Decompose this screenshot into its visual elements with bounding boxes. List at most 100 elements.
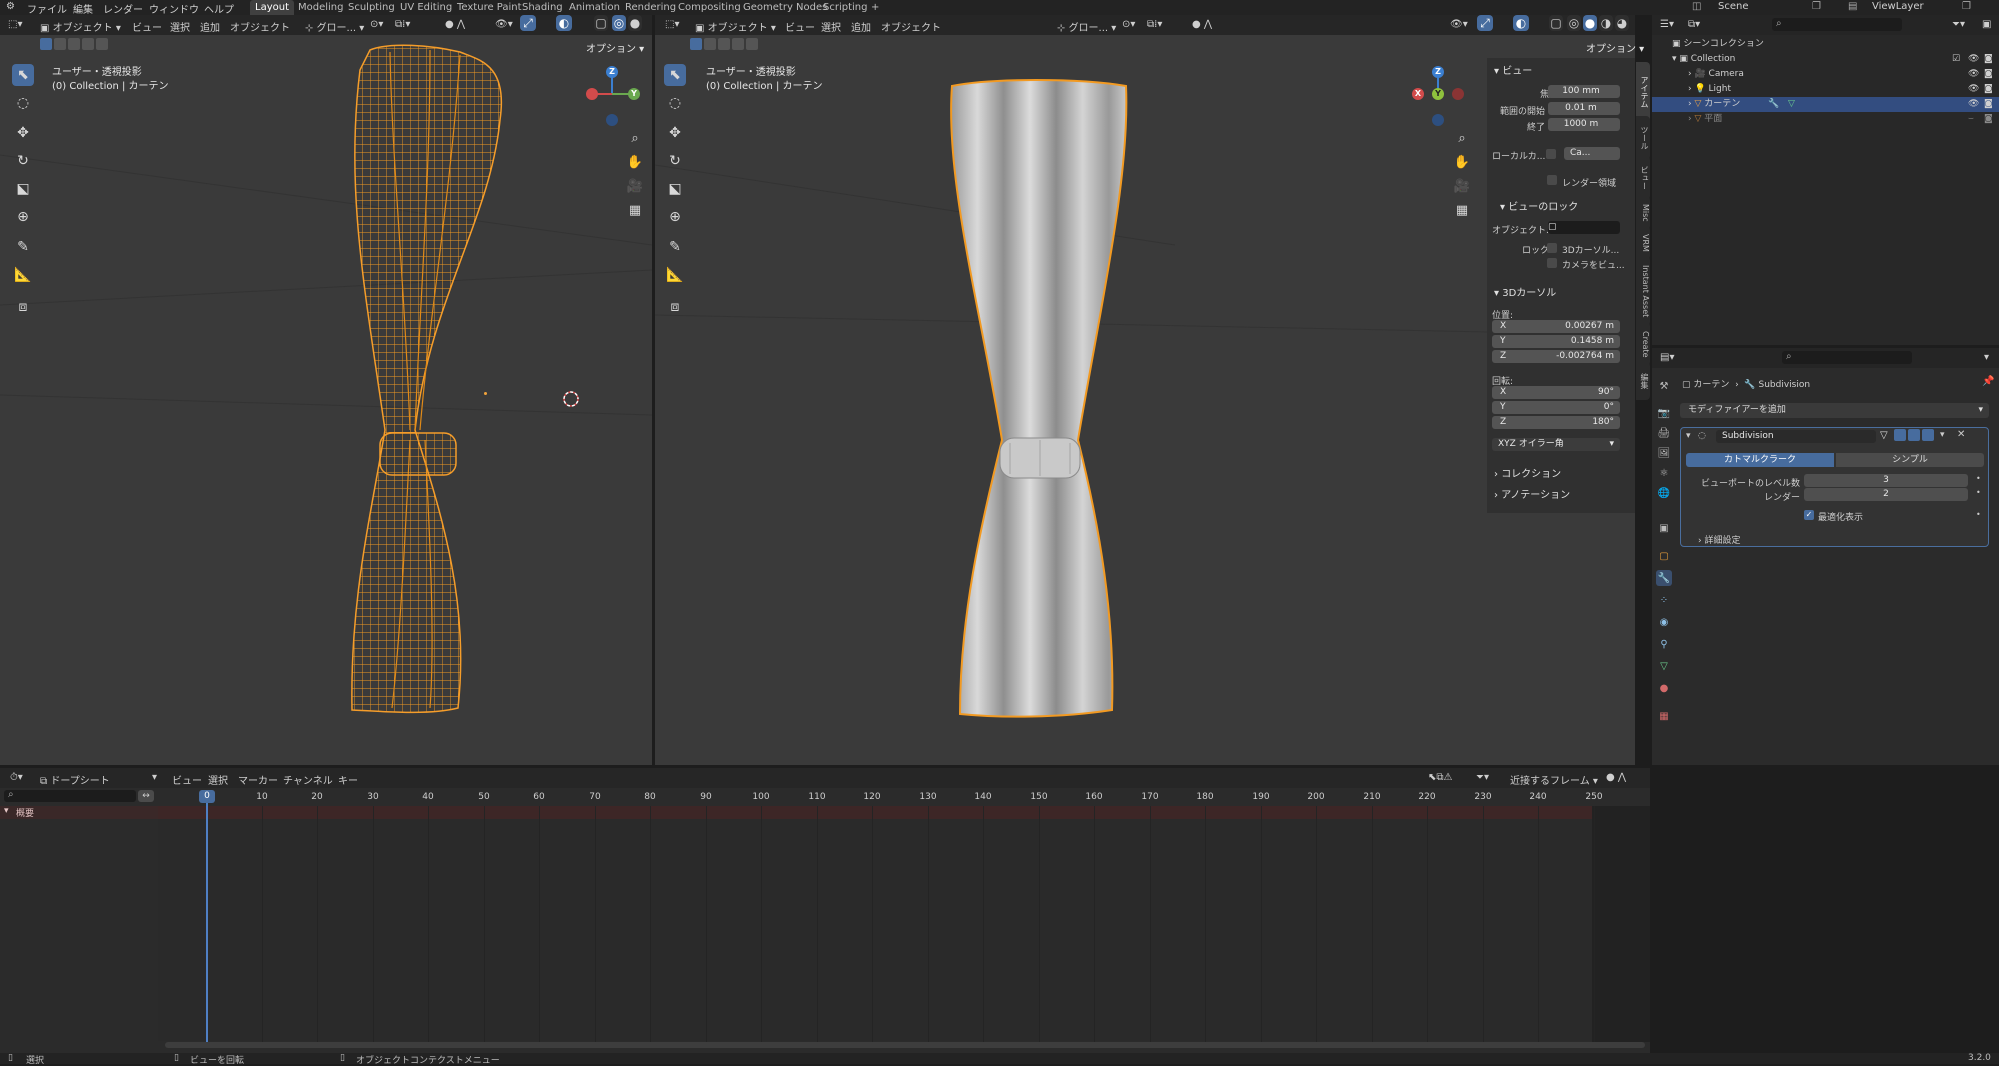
cursor-loc-x-field[interactable]: X 0.00267 m (1492, 320, 1620, 333)
world-props-icon[interactable]: 🌐 (1656, 485, 1672, 501)
menu-help[interactable]: ヘルプ (204, 1, 234, 16)
checkbox-icon[interactable]: ☑ (1952, 52, 1960, 67)
outliner-item-curtain[interactable]: › ▽ カーテン 🔧 ▽ 👁 ◙ (1652, 97, 1999, 112)
viewport-toggle-icon[interactable] (1908, 429, 1920, 441)
cursor-tool-icon[interactable]: ◌ (664, 92, 686, 114)
viewport-levels-field[interactable]: 3 (1804, 474, 1968, 487)
select-box-tool-icon[interactable]: ⬉ (664, 64, 686, 86)
gizmo-toggle-icon[interactable]: ⤢ (520, 15, 536, 31)
visibility-icon[interactable]: 👁▾ (1450, 19, 1468, 30)
annotation-section-header[interactable]: › アノテーション (1494, 486, 1570, 501)
select-subtract-icon[interactable] (68, 38, 80, 50)
menu-object[interactable]: オブジェクト (230, 19, 290, 34)
view-lock-header[interactable]: ▾ ビューのロック (1500, 198, 1578, 213)
copy-icon[interactable]: ❐ (1812, 1, 1821, 12)
options-button[interactable]: オプション ▾ (1586, 40, 1644, 55)
select-extend-icon[interactable] (54, 38, 66, 50)
view-layer-name[interactable]: ViewLayer (1872, 1, 1924, 12)
solid-shading-icon[interactable]: ● (1583, 15, 1597, 31)
physics-props-icon[interactable]: ◉ (1656, 614, 1672, 630)
proportional-icon[interactable]: ● ⋀ (1606, 772, 1626, 783)
select-invert-icon[interactable] (96, 38, 108, 50)
ortho-grid-icon[interactable]: ▦ (1452, 200, 1472, 220)
editor-type-icon[interactable]: ⏱▾ (10, 772, 23, 783)
mode-selector[interactable]: ▣ オブジェクト ▾ (40, 19, 121, 34)
expand-icon[interactable]: › (1652, 99, 1694, 109)
npanel-tab-edit[interactable]: 編集 (1636, 362, 1650, 400)
rotation-mode-dropdown[interactable]: XYZ オイラー角 ▾ (1492, 438, 1620, 451)
lock-camera-checkbox[interactable] (1547, 258, 1557, 268)
menu-window[interactable]: ウィンドウ (149, 1, 199, 16)
tab-compositing[interactable]: Compositing (673, 0, 746, 15)
rotate-tool-icon[interactable]: ↻ (12, 150, 34, 172)
curtain-solid-object[interactable] (940, 78, 1140, 723)
transform-tool-icon[interactable]: ⊕ (664, 206, 686, 228)
camera-view-icon[interactable]: 🎥 (1452, 176, 1472, 196)
proportional-edit-icon[interactable]: ● ⋀ (1192, 19, 1212, 30)
menu-view[interactable]: ビュー (785, 19, 815, 34)
dopesheet-mode-selector[interactable]: ⧉ ドープシート (40, 772, 110, 787)
select-intersect-icon[interactable] (732, 38, 744, 50)
measure-tool-icon[interactable]: 📐 (12, 264, 34, 286)
snap-icon[interactable]: ⧉⁞▾ (1147, 19, 1162, 30)
wireframe-shading-icon[interactable]: ◎ (612, 15, 626, 31)
scene-icon[interactable]: ◫ (1692, 1, 1701, 12)
proportional-edit-icon[interactable]: ● ⋀ (445, 19, 465, 30)
select-key-icon[interactable]: ⬉⧉⚠ (1428, 772, 1452, 783)
outliner-search-input[interactable]: ⌕ (1772, 18, 1902, 31)
view-layer-icon[interactable]: ▤ (1848, 1, 1857, 12)
view-layer-props-icon[interactable]: 🖼 (1656, 445, 1672, 461)
gizmo-x-axis[interactable]: X (1412, 88, 1424, 100)
new-collection-icon[interactable]: ▣ (1982, 19, 1991, 30)
simple-button[interactable]: シンプル (1836, 453, 1984, 467)
menu-channel[interactable]: チャンネル (283, 772, 333, 787)
overlay-toggle-icon[interactable]: ◐ (1513, 15, 1529, 31)
menu-file[interactable]: ファイル (27, 1, 67, 16)
filter-icon[interactable]: ⏷▾ (1476, 772, 1489, 783)
move-tool-icon[interactable]: ✥ (664, 122, 686, 144)
local-camera-checkbox[interactable] (1546, 149, 1556, 159)
camera-render-icon[interactable]: ◙ (1984, 82, 1993, 97)
expand-icon[interactable]: › (1652, 84, 1694, 94)
curtain-wireframe-object[interactable] (330, 40, 520, 720)
annotate-tool-icon[interactable]: ✎ (12, 236, 34, 258)
collection-section-header[interactable]: › コレクション (1494, 465, 1561, 480)
menu-object[interactable]: オブジェクト (881, 19, 941, 34)
tab-uv-editing[interactable]: UV Editing (395, 0, 457, 15)
gizmo-neg-z-axis[interactable] (606, 114, 618, 126)
gizmo-z-axis[interactable]: Z (606, 66, 618, 78)
navigation-gizmo-left[interactable]: Z Y (584, 62, 640, 126)
annotate-tool-icon[interactable]: ✎ (664, 236, 686, 258)
tab-animation[interactable]: Animation (564, 0, 625, 15)
navigation-gizmo-right[interactable]: Z Y X (1410, 62, 1466, 126)
menu-add[interactable]: 追加 (200, 19, 220, 34)
horizontal-scrollbar[interactable] (165, 1042, 1645, 1048)
lock-object-field[interactable]: ▢ (1548, 221, 1620, 234)
options-button[interactable]: オプション ▾ (586, 40, 644, 55)
npanel-tab-view[interactable]: ビュー (1636, 156, 1650, 200)
chevron-down-icon[interactable]: ▾ (152, 772, 157, 783)
eye-icon[interactable]: 👁 (1968, 97, 1979, 112)
select-new-icon[interactable] (40, 38, 52, 50)
modifier-name-field[interactable]: Subdivision (1716, 430, 1876, 443)
menu-view[interactable]: ビュー (172, 772, 202, 787)
scene-props-icon[interactable]: ⚛ (1656, 465, 1672, 481)
editor-type-icon[interactable]: ⬚▾ (665, 19, 679, 30)
collapse-icon[interactable]: ▾ (1686, 431, 1691, 441)
copy-icon[interactable]: ❐ (1962, 1, 1971, 12)
filter-icon[interactable]: ⏷▾ (1952, 19, 1965, 30)
focal-length-field[interactable]: 100 mm (1548, 85, 1620, 98)
select-invert-icon[interactable] (746, 38, 758, 50)
cursor-loc-z-field[interactable]: Z -0.002764 m (1492, 350, 1620, 363)
scale-tool-icon[interactable]: ⬕ (664, 178, 686, 200)
npanel-tab-tool[interactable]: ツール (1636, 116, 1650, 160)
camera-render-icon[interactable]: ◙ (1984, 97, 1993, 112)
npanel-tab-item[interactable]: アイテム (1636, 62, 1650, 122)
eye-icon[interactable]: 👁 (1968, 52, 1979, 67)
select-subtract-icon[interactable] (718, 38, 730, 50)
pivot-icon[interactable]: ⊙▾ (1122, 19, 1135, 30)
measure-tool-icon[interactable]: 📐 (664, 264, 686, 286)
editor-type-icon[interactable]: ☰▾ (1660, 19, 1674, 30)
select-intersect-icon[interactable] (82, 38, 94, 50)
render-props-icon[interactable]: 📷 (1656, 405, 1672, 421)
